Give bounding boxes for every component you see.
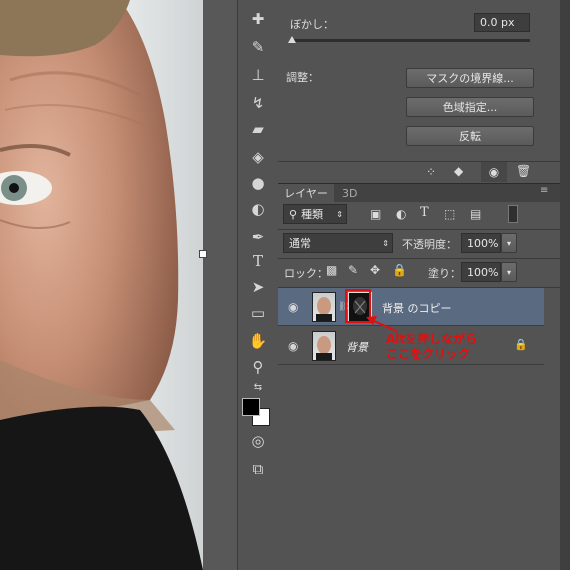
path-select-icon[interactable]: ➤: [246, 276, 270, 298]
filter-smart-object-icon[interactable]: ▤: [470, 207, 481, 221]
search-icon: ⚲: [289, 207, 298, 221]
layer-thumbnail[interactable]: [312, 331, 336, 361]
blend-mode-select[interactable]: 通常 ⇕: [283, 233, 393, 253]
stamp-icon[interactable]: ⊥: [246, 64, 270, 86]
eraser-icon[interactable]: ▰: [246, 118, 270, 140]
layers-tab-bar: レイヤー 3D ≡: [278, 183, 560, 202]
canvas-margin: [199, 0, 237, 570]
layers-list: ◉ ⛓ 背景 のコピー ◉ 背景 🔒: [278, 288, 560, 570]
filter-toggle[interactable]: [508, 205, 518, 223]
panel-menu-icon[interactable]: ≡: [540, 185, 548, 196]
opacity-label: 不透明度：: [402, 238, 457, 251]
adjust-label: 調整：: [286, 71, 319, 84]
zoom-icon[interactable]: ⚲: [246, 356, 270, 378]
dodge-icon[interactable]: ◐: [246, 198, 270, 220]
tools-panel: ✚ ✎ ⊥ ↯ ▰ ◈ ● ◐ ✒ T ➤ ▭ ✋ ⚲ ⇆ ◎ ⧉: [237, 0, 279, 570]
fill-input[interactable]: 100%: [461, 262, 501, 282]
fill-dropdown-button[interactable]: ▾: [501, 262, 517, 282]
lock-position-icon[interactable]: ✥: [370, 263, 380, 277]
annotation-text: Altを押しながら ここをクリック: [386, 332, 477, 362]
foreground-color-swatch[interactable]: [242, 398, 260, 416]
feather-slider-thumb[interactable]: [288, 36, 296, 43]
refine-mask-button[interactable]: マスクの境界線...: [406, 68, 534, 88]
filter-pixel-icon[interactable]: ▣: [370, 207, 381, 221]
annotation-line-1: Altを押しながら: [386, 332, 478, 346]
rectangle-icon[interactable]: ▭: [246, 302, 270, 324]
filter-shape-icon[interactable]: ⬚: [444, 207, 455, 221]
invert-button[interactable]: 反転: [406, 126, 534, 146]
color-range-button[interactable]: 色域指定...: [406, 97, 534, 117]
tab-3d[interactable]: 3D: [342, 187, 357, 200]
lock-label: ロック：: [284, 267, 328, 280]
lock-all-icon[interactable]: 🔒: [392, 263, 407, 277]
screen-mode-icon[interactable]: ⧉: [246, 458, 270, 480]
selection-from-mask-icon[interactable]: ⁘: [426, 165, 436, 179]
layer-row-background-copy[interactable]: ◉ ⛓ 背景 のコピー: [278, 288, 544, 326]
brush-icon[interactable]: ✎: [246, 36, 270, 58]
chevron-updown-icon: ⇕: [382, 238, 389, 248]
chevron-updown-icon: ⇕: [336, 209, 343, 219]
paint-bucket-icon[interactable]: ◈: [246, 146, 270, 168]
portrait-photo: [0, 0, 203, 570]
opacity-input[interactable]: 100%: [461, 233, 501, 253]
layer-name[interactable]: 背景: [346, 339, 368, 355]
filter-kind-value: 種類: [301, 208, 324, 221]
swap-colors-icon[interactable]: ⇆: [246, 376, 270, 398]
pen-icon[interactable]: ✒: [246, 226, 270, 248]
feather-label: ぼかし：: [290, 18, 334, 31]
document-canvas[interactable]: [0, 0, 203, 570]
annotation-line-2: ここをクリック: [386, 347, 471, 361]
lock-image-icon[interactable]: ✎: [348, 263, 358, 277]
visibility-icon[interactable]: ◉: [481, 162, 507, 182]
filter-adjustment-icon[interactable]: ◐: [396, 207, 406, 221]
feather-slider-track[interactable]: [290, 39, 530, 42]
transform-handle[interactable]: [199, 250, 207, 258]
visibility-eye-icon[interactable]: ◉: [288, 339, 298, 353]
hand-icon[interactable]: ✋: [246, 330, 270, 352]
feather-input[interactable]: 0.0 px: [474, 13, 530, 32]
healing-brush-icon[interactable]: ✚: [246, 8, 270, 30]
filter-type-icon[interactable]: T: [420, 205, 429, 220]
type-icon[interactable]: T: [246, 250, 270, 272]
tab-layers[interactable]: レイヤー: [278, 184, 334, 202]
opacity-dropdown-button[interactable]: ▾: [501, 233, 517, 253]
lock-icon: 🔒: [514, 338, 528, 351]
annotation-arrow: [366, 316, 399, 333]
delete-mask-icon[interactable]: 🗑: [516, 164, 531, 178]
lock-transparent-icon[interactable]: ▩: [326, 263, 337, 277]
quick-mask-icon[interactable]: ◎: [246, 430, 270, 452]
blur-icon[interactable]: ●: [246, 172, 270, 194]
fill-label: 塗り：: [428, 267, 461, 280]
layer-thumbnail[interactable]: [312, 292, 336, 322]
right-panel: ぼかし： 0.0 px 調整： マスクの境界線... 色域指定... 反転 ⁘ …: [278, 0, 560, 570]
blend-mode-value: 通常: [289, 237, 311, 250]
visibility-eye-icon[interactable]: ◉: [288, 300, 298, 314]
apply-mask-icon[interactable]: ◆: [454, 164, 463, 178]
panel-scrollbar[interactable]: [560, 0, 570, 570]
history-brush-icon[interactable]: ↯: [246, 92, 270, 114]
filter-kind-select[interactable]: ⚲ 種類 ⇕: [283, 204, 347, 224]
